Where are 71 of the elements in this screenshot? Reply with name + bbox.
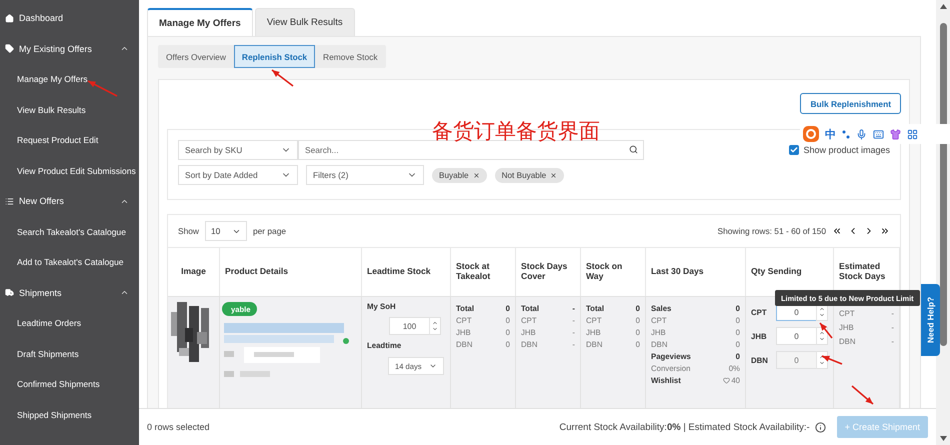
sidebar-item[interactable]: Confirmed Shipments [0,369,139,400]
annotation-arrow-icon [88,80,118,97]
sidebar-section[interactable]: New Offers [0,186,139,216]
home-icon [5,14,14,23]
per-page-select[interactable]: 10 [204,221,247,241]
first-page-icon[interactable] [832,226,842,236]
last-page-icon[interactable] [880,226,890,236]
need-help-tab[interactable]: Need Help? [921,284,940,356]
filters-select[interactable]: Filters (2) [306,165,424,185]
checkbox[interactable] [789,145,800,155]
sidebar-section[interactable]: Dashboard [0,3,139,34]
subtab[interactable]: Remove Stock [315,45,386,68]
truck-icon [5,288,14,298]
spin-up-icon [819,330,825,336]
list-icon [5,196,14,206]
heart-icon [723,376,730,384]
chevron-down-icon [429,362,437,370]
close-icon [550,172,558,178]
qty-input[interactable]: 0 [776,327,817,345]
subtab[interactable]: Offers Overview [158,45,234,68]
availability-text: Current Stock Availability:0% | Estimated Stock Availability:- [559,422,810,432]
spin-up-icon [432,320,438,326]
scrollbar[interactable] [936,0,950,445]
spin-down-icon [819,312,825,318]
filter-chip[interactable]: Not Buyable [494,168,564,182]
search-by-select[interactable]: Search by SKU [178,140,298,160]
grid-icon [907,128,918,140]
annotation-arrow-icon [272,69,294,87]
sidebar-item[interactable]: Draft Shipments [0,338,139,369]
sidebar-item[interactable]: Search Takealot's Catalogue [0,216,139,247]
sidebar-item[interactable]: Add to Takealot's Catalogue [0,247,139,278]
scroll-down-icon [940,436,946,441]
shirt-icon [890,128,901,140]
sort-select[interactable]: Sort by Date Added [178,165,298,185]
annotation-arrow-icon [822,355,842,365]
sidebar-item[interactable]: View Product Edit Submissions [0,156,139,186]
microphone-icon [856,128,867,140]
sidebar-item[interactable]: View Bulk Results [0,94,139,125]
spin-up-icon [819,354,825,360]
sidebar-section[interactable]: Shipments [0,278,139,308]
spin-down-icon [819,336,825,342]
subtab[interactable]: Replenish Stock [234,45,316,68]
info-icon [814,422,826,432]
keyboard-icon [873,128,884,140]
scroll-up-icon [940,4,946,9]
search-icon [629,145,638,154]
annotation-arrow-icon [819,322,833,338]
annotation-arrow-icon [851,385,874,405]
sidebar-section[interactable]: My Existing Offers [0,34,139,64]
scrollbar-thumb[interactable] [940,23,946,346]
spin-down-icon [432,326,438,332]
selected-count: 0 rows selected [147,422,210,432]
spin-down-icon [819,360,825,366]
filter-chip[interactable]: Buyable [432,168,487,182]
checkbox-label: Show product images [803,145,890,155]
tag-icon [5,44,14,54]
sidebar-item[interactable]: Request Product Edit [0,125,139,156]
sidebar-item[interactable]: Shipped Shipments [0,400,139,430]
soh-input[interactable]: 100 [389,317,430,335]
per-page-label: per page [252,226,286,236]
close-icon [472,172,480,178]
tab[interactable]: View Bulk Results [254,8,355,36]
sidebar-item[interactable]: Manage My Offers [0,64,139,94]
spin-up-icon [819,306,825,312]
ime-mode[interactable]: 中 [825,126,836,142]
punctuation-icon [842,129,850,139]
tab[interactable]: Manage My Offers [147,8,253,36]
show-label: Show [178,226,199,236]
sidebar-item[interactable]: Leadtime Orders [0,308,139,338]
rows-info: Showing rows: 51 - 60 of 150 [718,226,826,236]
bulk-replenishment-button[interactable]: Bulk Replenishment [800,93,901,114]
